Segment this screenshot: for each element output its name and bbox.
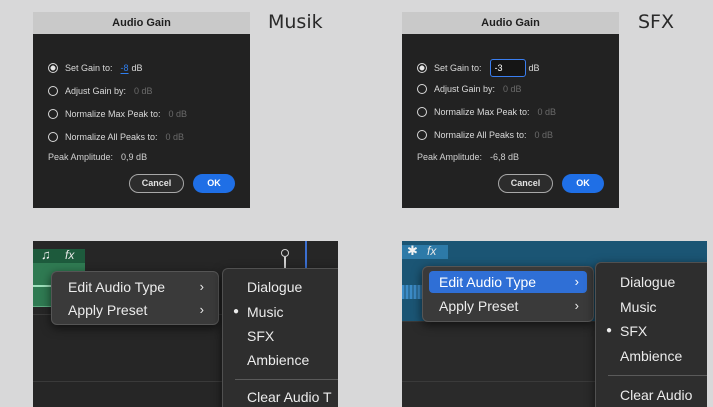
gain-unit: dB bbox=[528, 63, 540, 73]
ok-button[interactable]: OK bbox=[193, 174, 235, 193]
submenu-label: Ambience bbox=[247, 352, 310, 368]
normalize-max-value[interactable]: 0 dB bbox=[538, 107, 557, 117]
normalize-all-value[interactable]: 0 dB bbox=[535, 130, 554, 140]
timeline-panel-right: ✱ fx Edit Audio Type › Apply Preset › Di… bbox=[402, 241, 707, 407]
submenu-label: Clear Audio T bbox=[247, 389, 332, 405]
radio-selected-icon[interactable] bbox=[48, 63, 58, 73]
radio-icon[interactable] bbox=[48, 109, 58, 119]
option-label: Normalize All Peaks to: bbox=[65, 132, 158, 142]
menu-item-edit-audio-type[interactable]: Edit Audio Type › bbox=[58, 276, 212, 298]
audio-type-submenu: Dialogue Music ● SFX Ambience Clear Audio bbox=[595, 262, 707, 407]
normalize-all-value[interactable]: 0 dB bbox=[166, 132, 185, 142]
peak-value: 0,9 dB bbox=[121, 152, 148, 162]
menu-item-apply-preset[interactable]: Apply Preset › bbox=[58, 299, 212, 321]
peak-value: -6,8 dB bbox=[490, 152, 520, 162]
submenu-label: Music bbox=[247, 304, 284, 320]
audio-type-submenu: Dialogue ● Music SFX Ambience Clear Audio… bbox=[222, 268, 338, 407]
menu-item-label: Edit Audio Type bbox=[439, 274, 537, 290]
peak-label: Peak Amplitude: bbox=[417, 152, 483, 162]
submenu-item-sfx[interactable]: SFX bbox=[223, 326, 338, 346]
chevron-right-icon: › bbox=[199, 302, 204, 317]
chevron-right-icon: › bbox=[574, 274, 579, 289]
selected-bullet-icon: ● bbox=[233, 306, 240, 317]
star-icon: ✱ bbox=[407, 243, 418, 258]
option-label: Normalize Max Peak to: bbox=[434, 107, 530, 117]
submenu-label: Dialogue bbox=[247, 279, 303, 295]
menu-item-apply-preset[interactable]: Apply Preset › bbox=[429, 295, 587, 317]
peak-amplitude: Peak Amplitude: 0,9 dB bbox=[48, 152, 147, 162]
submenu-label: Clear Audio bbox=[620, 387, 693, 403]
submenu-item-clear-audio-type[interactable]: Clear Audio bbox=[596, 385, 707, 405]
audio-gain-dialog-right: Audio Gain Set Gain to: dB Adjust Gain b… bbox=[402, 12, 619, 208]
option-label: Normalize Max Peak to: bbox=[65, 109, 161, 119]
menu-item-label: Apply Preset bbox=[68, 302, 148, 318]
radio-icon[interactable] bbox=[417, 130, 427, 140]
option-label: Set Gain to: bbox=[434, 63, 482, 73]
context-menu: Edit Audio Type › Apply Preset › bbox=[51, 271, 219, 325]
submenu-item-dialogue[interactable]: Dialogue bbox=[596, 272, 707, 292]
peak-label: Peak Amplitude: bbox=[48, 152, 114, 162]
chevron-right-icon: › bbox=[574, 298, 579, 313]
option-label: Adjust Gain by: bbox=[65, 86, 127, 96]
option-set-gain[interactable]: Set Gain to: -8 dB bbox=[48, 63, 143, 73]
context-menu: Edit Audio Type › Apply Preset › bbox=[422, 266, 594, 322]
dialog-title: Audio Gain bbox=[402, 12, 619, 34]
selected-bullet-icon: ● bbox=[606, 325, 613, 336]
option-label: Adjust Gain by: bbox=[434, 84, 496, 94]
adjust-gain-value[interactable]: 0 dB bbox=[503, 84, 522, 94]
radio-selected-icon[interactable] bbox=[417, 63, 427, 73]
option-adjust-gain[interactable]: Adjust Gain by: 0 dB bbox=[417, 84, 522, 94]
music-note-icon: ♫ bbox=[41, 247, 51, 262]
option-adjust-gain[interactable]: Adjust Gain by: 0 dB bbox=[48, 86, 153, 96]
label-musik: Musik bbox=[268, 11, 323, 33]
option-normalize-max[interactable]: Normalize Max Peak to: 0 dB bbox=[417, 107, 556, 117]
option-label: Normalize All Peaks to: bbox=[434, 130, 527, 140]
peak-amplitude: Peak Amplitude: -6,8 dB bbox=[417, 152, 519, 162]
submenu-item-ambience[interactable]: Ambience bbox=[223, 350, 338, 370]
radio-icon[interactable] bbox=[48, 86, 58, 96]
option-set-gain[interactable]: Set Gain to: dB bbox=[417, 59, 540, 77]
menu-separator bbox=[235, 379, 338, 380]
fx-badge: fx bbox=[65, 248, 75, 262]
keyframe-knob-icon[interactable] bbox=[281, 249, 289, 257]
option-label: Set Gain to: bbox=[65, 63, 113, 73]
option-normalize-max[interactable]: Normalize Max Peak to: 0 dB bbox=[48, 109, 187, 119]
menu-item-label: Apply Preset bbox=[439, 298, 519, 314]
submenu-item-clear-audio-type[interactable]: Clear Audio T bbox=[223, 387, 338, 407]
submenu-label: Ambience bbox=[620, 348, 683, 364]
submenu-label: Music bbox=[620, 299, 657, 315]
set-gain-value[interactable]: -8 bbox=[121, 63, 129, 73]
option-normalize-all[interactable]: Normalize All Peaks to: 0 dB bbox=[417, 130, 553, 140]
submenu-label: SFX bbox=[620, 323, 648, 339]
submenu-label: SFX bbox=[247, 328, 275, 344]
audio-gain-dialog-left: Audio Gain Set Gain to: -8 dB Adjust Gai… bbox=[33, 12, 250, 208]
submenu-item-dialogue[interactable]: Dialogue bbox=[223, 277, 338, 297]
cancel-button[interactable]: Cancel bbox=[129, 174, 184, 193]
normalize-max-value[interactable]: 0 dB bbox=[169, 109, 188, 119]
submenu-item-sfx[interactable]: ● SFX bbox=[596, 321, 707, 341]
set-gain-input[interactable] bbox=[489, 59, 526, 77]
label-sfx: SFX bbox=[638, 11, 675, 33]
submenu-item-music[interactable]: Music bbox=[596, 297, 707, 317]
gain-unit: dB bbox=[131, 63, 143, 73]
fx-badge: fx bbox=[427, 244, 437, 258]
cancel-button[interactable]: Cancel bbox=[498, 174, 553, 193]
submenu-item-music[interactable]: ● Music bbox=[223, 302, 338, 322]
menu-item-label: Edit Audio Type bbox=[68, 279, 166, 295]
submenu-label: Dialogue bbox=[620, 274, 676, 290]
chevron-right-icon: › bbox=[199, 279, 204, 294]
dialog-title: Audio Gain bbox=[33, 12, 250, 34]
menu-item-edit-audio-type[interactable]: Edit Audio Type › bbox=[429, 271, 587, 293]
radio-icon[interactable] bbox=[417, 107, 427, 117]
radio-icon[interactable] bbox=[417, 84, 427, 94]
timeline-panel-left: ♫ fx Edit Audio Type › Apply Preset › Di… bbox=[33, 241, 338, 407]
menu-separator bbox=[608, 375, 707, 376]
option-normalize-all[interactable]: Normalize All Peaks to: 0 dB bbox=[48, 132, 184, 142]
radio-icon[interactable] bbox=[48, 132, 58, 142]
submenu-item-ambience[interactable]: Ambience bbox=[596, 346, 707, 366]
ok-button[interactable]: OK bbox=[562, 174, 604, 193]
adjust-gain-value[interactable]: 0 dB bbox=[134, 86, 153, 96]
